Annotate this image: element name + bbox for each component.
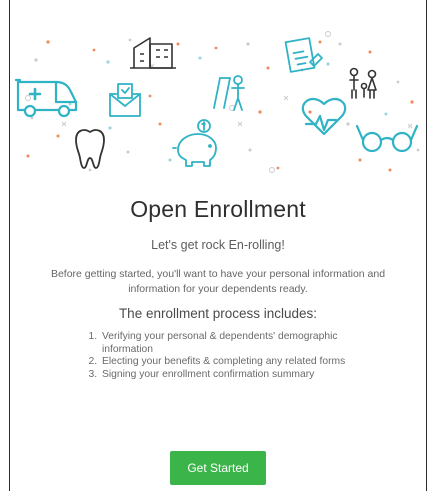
page-subtitle: Let's get rock En-rolling! (151, 238, 285, 252)
confetti-dots (25, 31, 420, 173)
process-heading: The enrollment process includes: (118, 306, 318, 321)
enrollment-steps-list: Verifying your personal & dependents' de… (86, 331, 380, 381)
list-item: Signing your enrollment confirmation sum… (100, 369, 380, 382)
heart-rate-icon (301, 98, 347, 136)
tooth-icon (75, 129, 105, 169)
glasses-icon (355, 124, 419, 153)
list-item: Electing your benefits & completing any … (100, 356, 380, 369)
page-title: Open Enrollment (130, 196, 306, 222)
family-icon (349, 67, 377, 99)
piggy-bank-icon (172, 119, 217, 167)
list-item: Verifying your personal & dependents' de… (100, 331, 380, 356)
document-icon (284, 37, 323, 73)
enrollment-card: Open Enrollment Let's get rock En-rollin… (9, 0, 427, 491)
get-started-button[interactable]: Get Started (170, 451, 266, 485)
banner-illustration (14, 31, 420, 173)
mail-icon (109, 83, 141, 117)
benefits-banner (10, 0, 426, 186)
intro-text: Before getting started, you'll want to h… (50, 268, 386, 295)
building-icon (130, 37, 176, 69)
crutch-icon (213, 75, 245, 111)
